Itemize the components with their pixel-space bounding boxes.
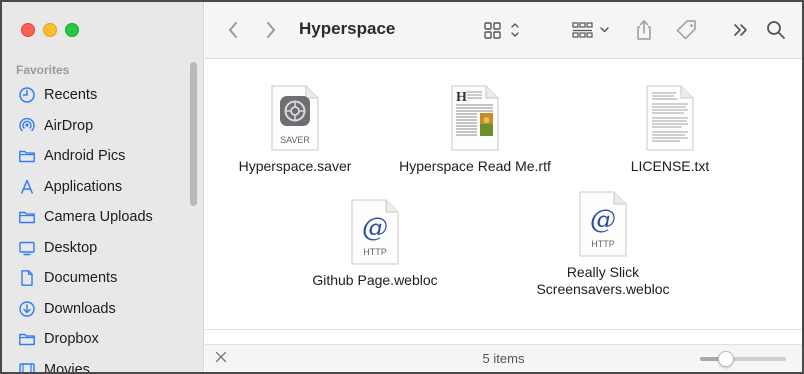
group-by-button[interactable] — [571, 16, 613, 44]
file-name: LICENSE.txt — [630, 158, 710, 174]
tag-button[interactable] — [675, 16, 699, 44]
status-bar: 5 items — [205, 344, 802, 372]
svg-text:H: H — [456, 90, 467, 105]
back-button[interactable] — [223, 16, 243, 44]
file-item[interactable]: @ HTTP Github Page.webloc — [285, 198, 465, 289]
sidebar-item-recents[interactable]: Recents — [2, 80, 192, 111]
file-name: Github Page.webloc — [312, 272, 438, 288]
svg-text:@: @ — [590, 205, 616, 235]
folder-icon — [18, 147, 36, 165]
sidebar-item-downloads[interactable]: Downloads — [2, 294, 192, 325]
svg-text:SAVER: SAVER — [280, 135, 310, 145]
file-name: Hyperspace.saver — [238, 158, 352, 174]
sidebar-list: Recents AirDrop Android Pics Application… — [2, 80, 192, 374]
download-icon — [18, 300, 36, 318]
file-item[interactable]: LICENSE.txt — [580, 84, 760, 175]
folder-icon — [18, 330, 36, 348]
sidebar-item-documents[interactable]: Documents — [2, 263, 192, 294]
finder-window: Favorites Recents AirDrop Android Pics A… — [0, 0, 804, 374]
file-item[interactable]: H Hyperspace Read Me.rtf — [385, 84, 565, 175]
sidebar-item-label: Movies — [44, 361, 90, 374]
minimize-window-button[interactable] — [43, 23, 57, 37]
sidebar-item-label: Android Pics — [44, 148, 126, 165]
folder-icon — [18, 208, 36, 226]
file-name: Hyperspace Read Me.rtf — [399, 158, 551, 174]
airdrop-icon — [18, 117, 36, 135]
sidebar-item-label: Downloads — [44, 300, 116, 317]
sidebar-scrollbar[interactable] — [190, 62, 197, 206]
sidebar-item-label: Dropbox — [44, 331, 99, 348]
sidebar-item-desktop[interactable]: Desktop — [2, 233, 192, 264]
sidebar-item-label: Camera Uploads — [44, 209, 153, 226]
search-icon — [767, 21, 785, 39]
view-mode-button[interactable] — [483, 16, 523, 44]
document-icon — [18, 269, 36, 287]
sidebar-section-favorites: Favorites — [16, 63, 70, 77]
svg-text:HTTP: HTTP — [591, 239, 615, 249]
sidebar-item-android-pics[interactable]: Android Pics — [2, 141, 192, 172]
clock-icon — [18, 86, 36, 104]
svg-text:HTTP: HTTP — [363, 247, 387, 257]
forward-button[interactable] — [261, 16, 281, 44]
sidebar-item-label: AirDrop — [44, 117, 94, 134]
sidebar-item-applications[interactable]: Applications — [2, 172, 192, 203]
file-name-line: Really Slick — [566, 264, 640, 280]
sidebar-item-dropbox[interactable]: Dropbox — [2, 324, 192, 355]
applications-icon — [18, 178, 36, 196]
chevron-right-icon — [267, 22, 275, 38]
group-by-icon — [572, 22, 609, 38]
share-button[interactable] — [633, 16, 655, 44]
desktop-icon — [18, 239, 36, 257]
sidebar-item-movies[interactable]: Movies — [2, 355, 192, 374]
icon-size-slider[interactable] — [700, 351, 786, 367]
window-title: Hyperspace — [299, 19, 396, 38]
toolbar: Hyperspace — [205, 2, 802, 59]
chevron-left-icon — [229, 22, 237, 38]
icon-grid-view-icon — [484, 22, 519, 39]
web-location-icon: @ HTTP — [579, 191, 627, 257]
file-icon-view: SAVER Hyperspace.saver H Hyperspace Read… — [205, 60, 802, 344]
rtf-document-icon: H — [451, 85, 499, 151]
sidebar-item-label: Desktop — [44, 239, 98, 256]
content-divider — [205, 329, 802, 330]
chevrons-right-icon — [734, 24, 747, 36]
zoom-window-button[interactable] — [65, 23, 79, 37]
file-name-line: Screensavers.webloc — [536, 281, 670, 297]
close-window-button[interactable] — [21, 23, 35, 37]
sidebar-item-airdrop[interactable]: AirDrop — [2, 111, 192, 142]
sidebar-item-label: Documents — [44, 270, 118, 287]
film-icon — [18, 361, 36, 372]
file-name: Really Slick Screensavers.webloc — [513, 264, 693, 298]
screensaver-file-icon: SAVER — [271, 85, 319, 151]
file-item[interactable]: SAVER Hyperspace.saver — [205, 84, 385, 175]
share-icon — [637, 20, 651, 40]
slider-knob[interactable] — [718, 351, 734, 367]
svg-text:@: @ — [362, 213, 388, 243]
sidebar: Favorites Recents AirDrop Android Pics A… — [2, 2, 204, 374]
traffic-lights — [21, 23, 79, 37]
more-toolbar-button[interactable] — [731, 16, 751, 44]
tag-icon — [676, 20, 696, 40]
file-item[interactable]: @ HTTP Really Slick Screensavers.webloc — [513, 190, 693, 298]
sidebar-item-label: Applications — [44, 178, 123, 195]
web-location-icon: @ HTTP — [351, 199, 399, 265]
sidebar-item-camera-uploads[interactable]: Camera Uploads — [2, 202, 192, 233]
text-document-icon — [646, 85, 694, 151]
sidebar-item-label: Recents — [44, 87, 98, 104]
search-button[interactable] — [765, 16, 787, 44]
